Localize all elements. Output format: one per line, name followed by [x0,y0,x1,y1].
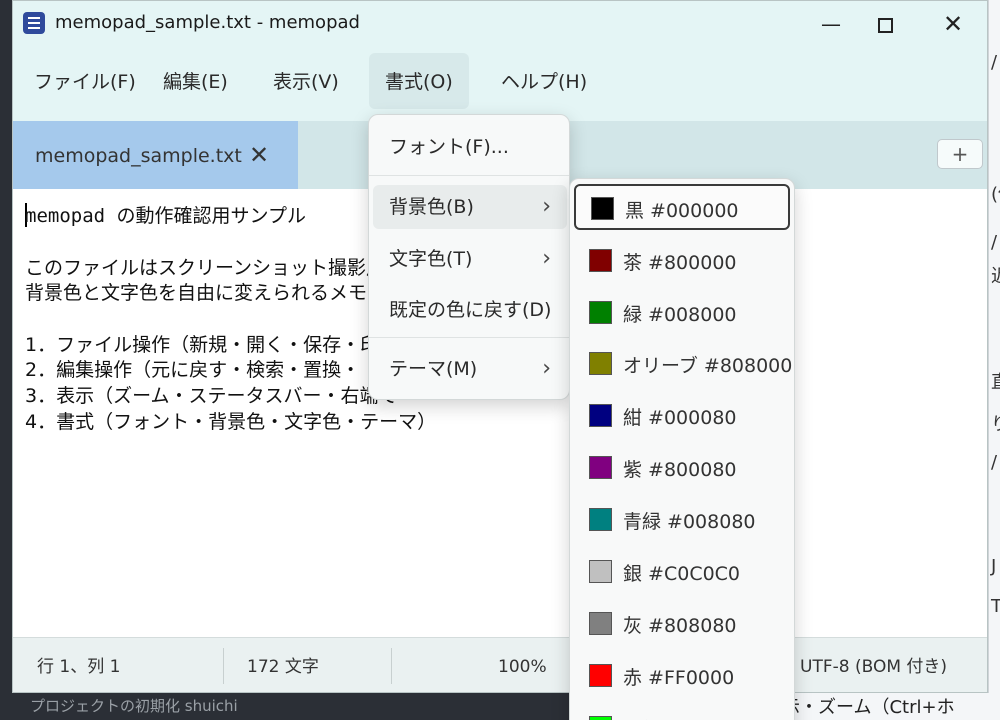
menu-separator [369,337,569,338]
menu-file[interactable]: ファイル(F) [18,53,152,109]
color-label: 赤 #FF0000 [623,667,735,689]
window-title: memopad_sample.txt - memopad [55,12,360,33]
editor-line: memopad の動作確認用サンプル [25,205,306,227]
tab-label: memopad_sample.txt [35,145,242,167]
color-label: 茶 #800000 [623,252,737,274]
color-item-maroon[interactable]: 茶 #800000 [574,238,790,284]
editor-line: 1．ファイル操作（新規・開く・保存・印 [25,334,380,356]
background-text: T [991,596,1000,617]
color-swatch [589,716,612,720]
color-item-gray[interactable]: 灰 #808080 [574,601,790,647]
status-separator [391,648,392,684]
title-bar[interactable]: memopad_sample.txt - memopad — ✕ [13,1,987,47]
color-item-teal[interactable]: 青緑 #008080 [574,497,790,543]
color-swatch [589,249,612,272]
status-separator [223,648,224,684]
editor-line: このファイルはスクリーンショット撮影用で [25,257,405,279]
app-icon [23,12,45,34]
color-item-olive[interactable]: オリーブ #808000 [574,341,793,387]
background-text: 近 [991,262,1000,288]
background-text: 直 [991,368,1000,394]
menu-item-label: 背景色(B) [389,196,474,218]
menu-item-label: フォント(F)... [389,136,509,158]
menu-item-text-color[interactable]: 文字色(T) › [373,237,567,281]
color-label: 青緑 #008080 [623,511,756,533]
color-swatch [589,508,612,531]
menu-item-background-color[interactable]: 背景色(B) › [373,185,567,229]
menu-format[interactable]: 書式(O) [369,53,469,109]
status-cursor-position: 行 1、列 1 [37,657,121,677]
background-window-bottom: プロジェクトの初期化 shuichi 示・ズーム（Ctrl+ホ [0,693,1000,720]
color-label: 灰 #808080 [623,615,737,637]
maximize-button[interactable] [865,9,905,39]
color-label: 紫 #800080 [623,459,737,481]
editor-line: 4．書式（フォント・背景色・文字色・テーマ） [25,411,437,433]
color-label: 緑 #008000 [623,304,737,326]
color-label: 銀 #C0C0C0 [623,563,741,585]
background-text: (仮 [991,184,1000,205]
minimize-button[interactable]: — [811,9,851,39]
editor-line: 2．編集操作（元に戻す・検索・置換・ [25,359,361,381]
menu-edit[interactable]: 編集(E) [147,53,244,109]
menu-item-label: 文字色(T) [389,248,473,270]
background-window-right: / (仮 / 近 直 り / J T [988,0,1000,720]
color-label: オリーブ #808000 [623,355,793,377]
color-swatch [589,560,612,583]
status-zoom: 100% [498,657,547,677]
menu-item-label: テーマ(M) [389,358,478,380]
menu-view[interactable]: 表示(V) [257,53,355,109]
color-item-red[interactable]: 赤 #FF0000 [574,653,790,699]
menu-bar: ファイル(F) 編集(E) 表示(V) 書式(O) ヘルプ(H) [13,53,987,109]
status-encoding: UTF-8 (BOM 付き) [800,657,948,677]
color-item-navy[interactable]: 紺 #000080 [574,393,790,439]
maximize-icon [877,18,893,33]
status-bar: 行 1、列 1 172 文字 100% UTF-8 (BOM 付き) [13,637,987,692]
menu-item-font[interactable]: フォント(F)... [373,125,567,169]
color-item-lime[interactable]: 黄緑 [574,705,790,720]
background-color-submenu: 黒 #000000 茶 #800000 緑 #008000 オリーブ #8080… [569,178,795,720]
background-text: / [991,452,998,473]
color-swatch [589,456,612,479]
background-text: J [991,556,997,577]
background-text: プロジェクトの初期化 shuichi [30,697,238,715]
menu-item-reset-colors[interactable]: 既定の色に戻す(D) [373,288,567,332]
chevron-right-icon: › [542,356,551,381]
menu-separator [369,175,569,176]
editor-line: 3．表示（ズーム・ステータスバー・右端で [25,385,398,407]
tab-close-icon[interactable]: ✕ [249,141,269,169]
background-text: / [991,52,998,73]
chevron-right-icon: › [542,246,551,271]
chevron-right-icon: › [542,194,551,219]
color-swatch [591,197,614,220]
close-button[interactable]: ✕ [933,9,973,39]
color-item-purple[interactable]: 紫 #800080 [574,445,790,491]
background-text: / [991,232,998,253]
format-menu-dropdown: フォント(F)... 背景色(B) › 文字色(T) › 既定の色に戻す(D) … [368,114,570,400]
tab-memopad-sample[interactable]: memopad_sample.txt ✕ [13,121,298,189]
color-label: 黄緑 [623,715,661,720]
menu-item-theme[interactable]: テーマ(M) › [373,347,567,391]
color-swatch [589,404,612,427]
color-swatch [589,301,612,324]
editor-line: 背景色と文字色を自由に変えられるメモ [25,282,368,304]
color-label: 黒 #000000 [625,200,739,222]
color-swatch [589,352,612,375]
new-tab-button[interactable]: + [937,139,983,169]
color-swatch [589,612,612,635]
color-swatch [589,664,612,687]
status-char-count: 172 文字 [247,657,319,677]
menu-item-label: 既定の色に戻す(D) [389,299,552,321]
menu-help[interactable]: ヘルプ(H) [485,53,603,109]
color-label: 紺 #000080 [623,407,737,429]
background-text: 示・ズーム（Ctrl+ホ [760,693,1000,720]
background-text: り [991,410,1000,436]
color-item-black[interactable]: 黒 #000000 [574,184,790,230]
color-item-silver[interactable]: 銀 #C0C0C0 [574,549,790,595]
color-item-green[interactable]: 緑 #008000 [574,290,790,336]
